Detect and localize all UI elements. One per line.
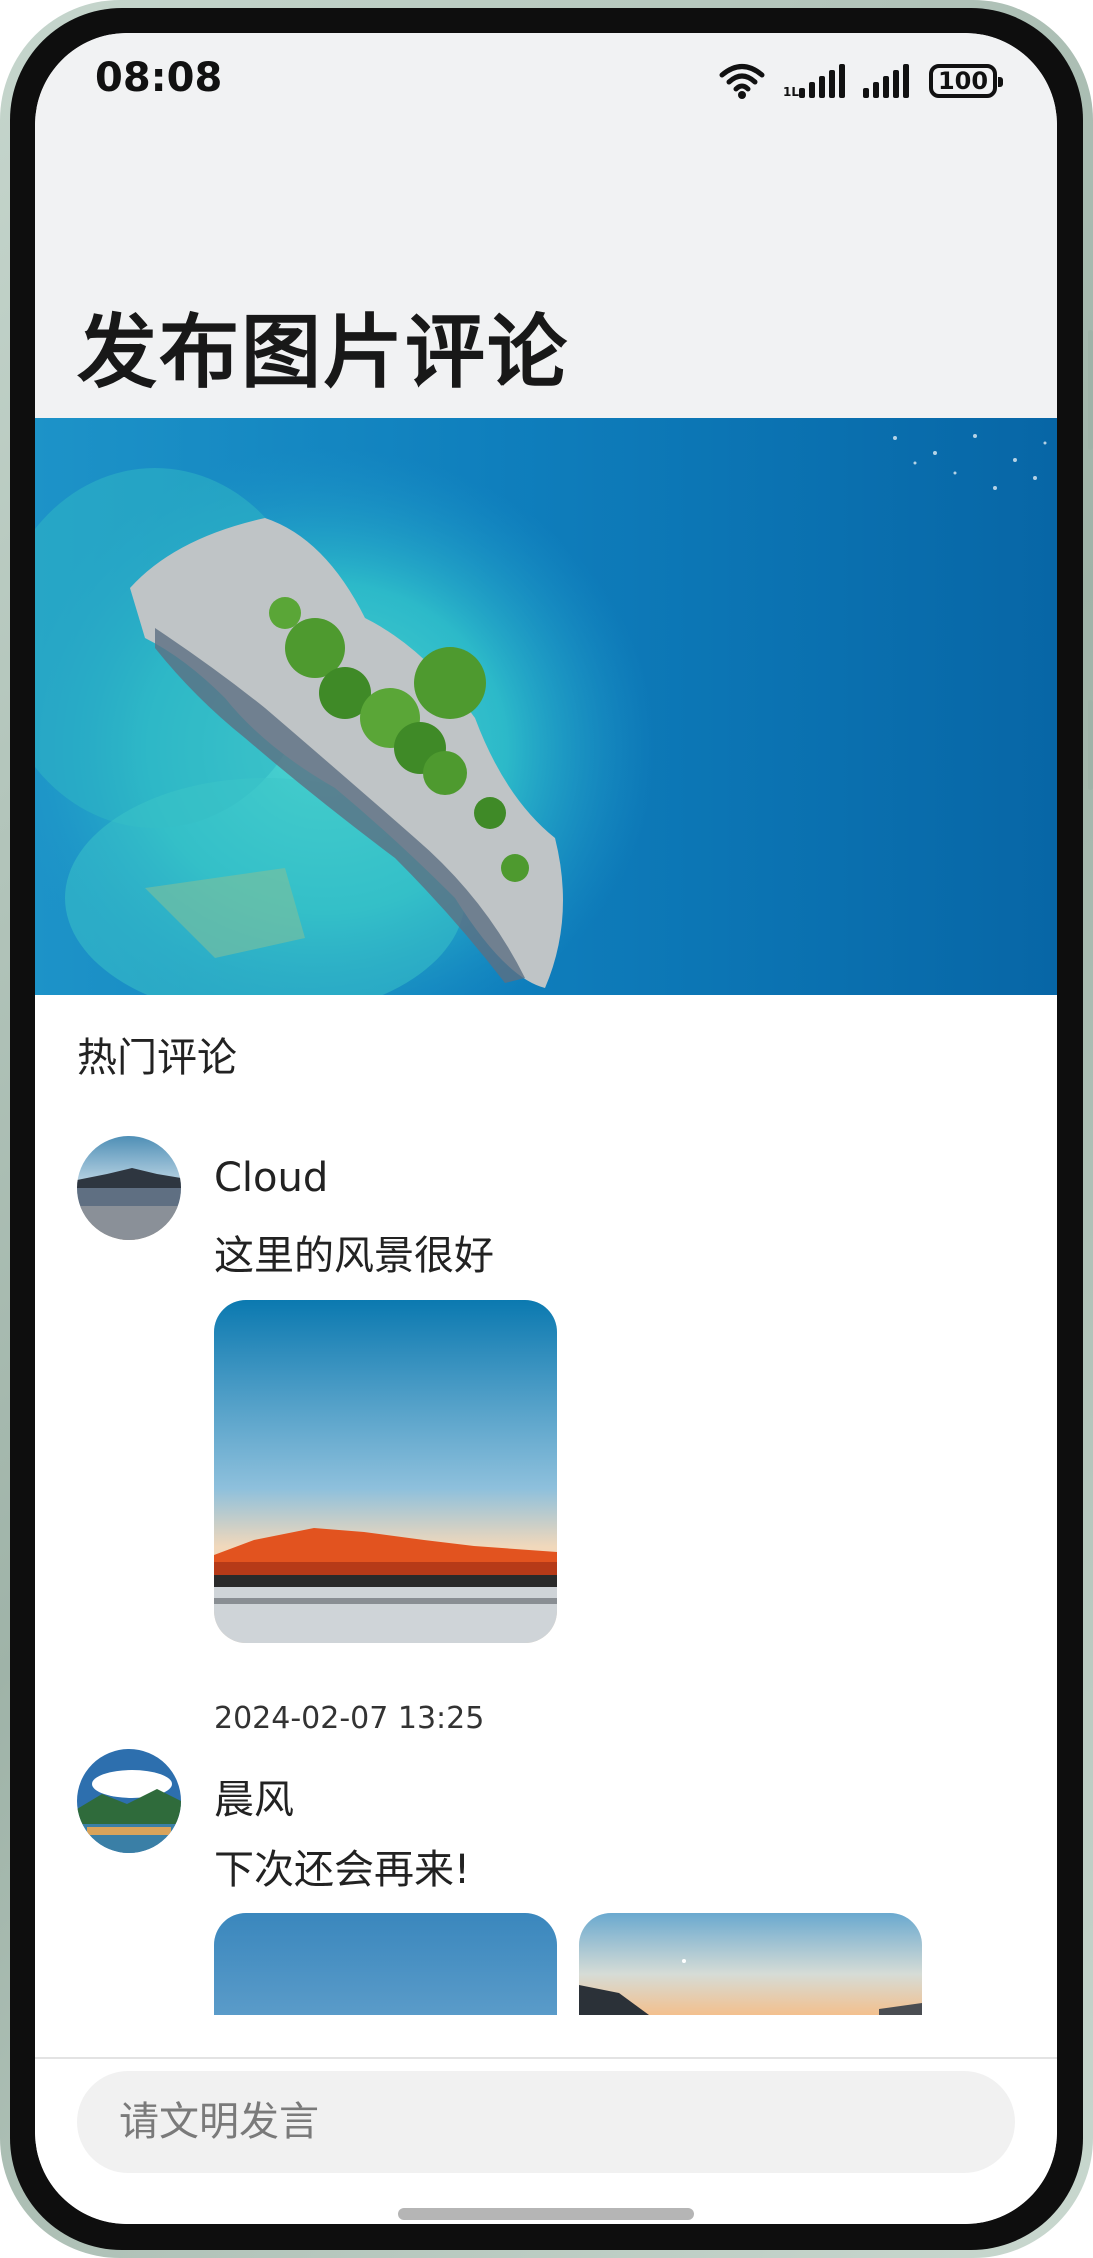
hot-comments-title: 热门评论	[77, 1035, 237, 1081]
comment-image[interactable]	[214, 1913, 557, 2015]
sky-photo	[214, 1913, 557, 2015]
comment-image[interactable]	[579, 1913, 922, 2015]
avatar[interactable]	[77, 1749, 181, 1853]
avatar-image	[77, 1136, 181, 1240]
app-screen: 08:08 1L 100 发布图片评论 热门评论 Cloud 这里的风景很好 2…	[35, 33, 1057, 2224]
mountain-lake-photo	[214, 1300, 557, 1643]
battery-level: 100	[937, 67, 989, 95]
comment-timestamp: 2024-02-07 13:25	[214, 1701, 485, 1736]
page-header: 08:08 1L 100 发布图片评论	[35, 33, 1057, 418]
avatar-image	[77, 1749, 181, 1853]
side-button	[1088, 330, 1093, 450]
battery-icon: 100	[929, 64, 1003, 98]
status-bar: 08:08 1L 100	[35, 33, 1057, 143]
comment-text: 下次还会再来!	[214, 1847, 471, 1893]
status-time: 08:08	[95, 55, 223, 101]
island-photo	[35, 418, 1057, 995]
avatar[interactable]	[77, 1136, 181, 1240]
comment-input[interactable]	[77, 2071, 1015, 2173]
comment-image[interactable]	[214, 1300, 557, 1643]
home-indicator[interactable]	[398, 2208, 694, 2220]
sunset-photo	[579, 1913, 922, 2015]
status-icons: 1L 100	[719, 59, 1003, 103]
signal-icon: 1L	[783, 64, 845, 98]
comment-username[interactable]: 晨风	[214, 1767, 294, 1825]
comment-text: 这里的风景很好	[214, 1233, 494, 1279]
signal-icon	[863, 64, 909, 98]
hero-island-image[interactable]	[35, 418, 1057, 995]
side-button	[1088, 700, 1093, 790]
comment-composer-bar	[35, 2057, 1057, 2224]
phone-frame: 08:08 1L 100 发布图片评论 热门评论 Cloud 这里的风景很好 2…	[0, 0, 1093, 2258]
wifi-icon	[719, 64, 765, 99]
svg-text:1L: 1L	[783, 85, 799, 98]
page-title: 发布图片评论	[77, 306, 569, 399]
comment-username[interactable]: Cloud	[214, 1155, 328, 1201]
